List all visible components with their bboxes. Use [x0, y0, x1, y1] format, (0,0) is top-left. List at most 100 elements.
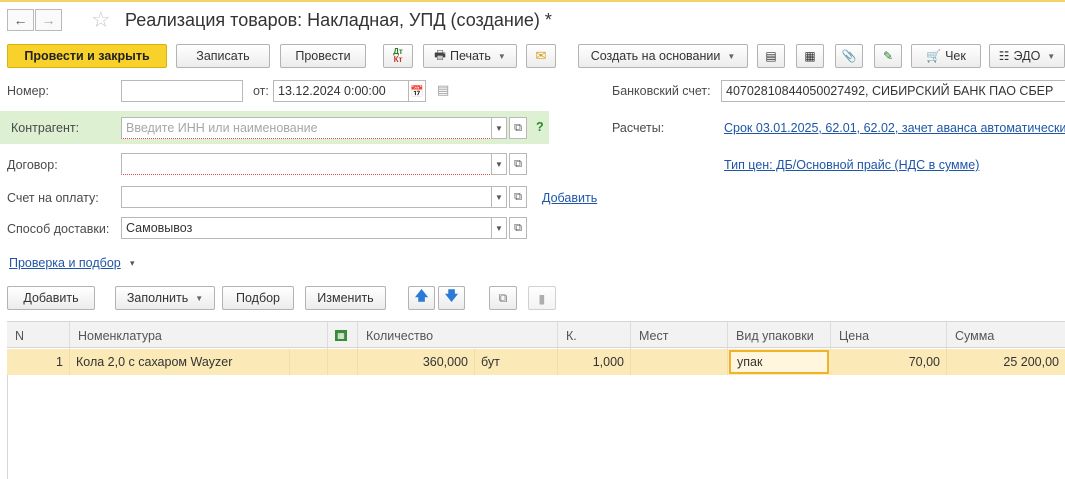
chevron-down-icon: ▼: [495, 159, 503, 169]
date-from-label: от:: [253, 84, 269, 98]
dt-kt-button[interactable]: Дт Кт: [383, 44, 413, 68]
settlements-label: Расчеты:: [612, 121, 665, 135]
chevron-down-icon: ▼: [727, 51, 736, 61]
settlements-link[interactable]: Срок 03.01.2025, 62.01, 62.02, зачет ава…: [724, 121, 1065, 135]
delivery-label: Способ доставки:: [7, 222, 110, 236]
paperclip-icon: 📎: [841, 49, 857, 63]
cell-sum[interactable]: 25 200,00: [947, 349, 1065, 375]
comment-icon[interactable]: ▤: [437, 82, 449, 98]
number-label: Номер:: [7, 84, 49, 98]
help-icon[interactable]: ?: [536, 120, 544, 134]
write-button[interactable]: Записать: [176, 44, 270, 68]
open-form-icon: ⧉: [514, 221, 522, 234]
move-down-button[interactable]: 🡇: [438, 286, 465, 310]
col-pack[interactable]: Вид упаковки: [728, 322, 831, 349]
cell-pack[interactable]: упак: [729, 350, 829, 374]
fill-button[interactable]: Заполнить ▼: [115, 286, 215, 310]
col-places[interactable]: Мест: [631, 322, 728, 349]
calendar-icon: 📅: [410, 85, 424, 98]
change-button[interactable]: Изменить: [305, 286, 386, 310]
arrow-left-icon: ←: [13, 12, 28, 28]
counterparty-input[interactable]: Введите ИНН или наименование: [121, 117, 492, 139]
arrow-up-icon: 🡅: [414, 288, 429, 303]
chevron-down-icon: ▼: [495, 123, 503, 133]
move-up-button[interactable]: 🡅: [408, 286, 435, 310]
contract-open-button[interactable]: ⧉: [509, 153, 527, 175]
forward-button[interactable]: →: [35, 9, 62, 31]
contract-dropdown-button[interactable]: ▼: [491, 153, 507, 175]
structure-button[interactable]: ▦: [796, 44, 824, 68]
print-button[interactable]: 🖶 Печать ▼: [423, 44, 517, 68]
delivery-input[interactable]: Самовывоз: [121, 217, 492, 239]
copy-row-button[interactable]: ⧉: [489, 286, 517, 310]
cell-price[interactable]: 70,00: [831, 349, 947, 375]
arrow-right-icon: →: [41, 12, 56, 28]
cell-unit[interactable]: бут: [475, 349, 558, 375]
col-marking[interactable]: ▦: [328, 322, 358, 349]
table-empty-area[interactable]: [7, 375, 1065, 479]
page-title: Реализация товаров: Накладная, УПД (созд…: [125, 10, 552, 30]
arrow-down-icon: 🡇: [444, 288, 459, 303]
attach-button[interactable]: 📎: [835, 44, 863, 68]
post-and-close-button[interactable]: Провести и закрыть: [7, 44, 167, 68]
dt-kt-icon: Дт Кт: [393, 47, 403, 64]
pen-icon: ✎: [882, 49, 894, 63]
price-type-link[interactable]: Тип цен: ДБ/Основной прайс (НДС в сумме): [724, 158, 979, 172]
hierarchy-icon: ▦: [804, 49, 816, 63]
bank-account-input[interactable]: 40702810844050027492, СИБИРСКИЙ БАНК ПАО…: [721, 80, 1065, 102]
col-k[interactable]: К.: [558, 322, 631, 349]
cell-item[interactable]: Кола 2,0 с сахаром Wayzer: [70, 349, 290, 375]
printer-icon: 🖶: [434, 47, 446, 62]
post-button[interactable]: Провести: [280, 44, 366, 68]
top-accent-line: [0, 0, 1065, 2]
cell-item-extra[interactable]: [290, 349, 328, 375]
chevron-down-icon: ▾: [130, 258, 135, 268]
add-row-button[interactable]: Добавить: [7, 286, 95, 310]
sign-button[interactable]: ✎: [874, 44, 902, 68]
cell-k[interactable]: 1,000: [558, 349, 631, 375]
contract-input[interactable]: [121, 153, 492, 175]
date-input[interactable]: 13.12.2024 0:00:00: [273, 80, 409, 102]
number-input[interactable]: [121, 80, 243, 102]
col-price[interactable]: Цена: [831, 322, 947, 349]
chevron-down-icon: ▼: [195, 293, 204, 303]
copy-icon: ⧉: [498, 290, 508, 305]
cell-quantity[interactable]: 360,000: [358, 349, 475, 375]
invoice-input[interactable]: [121, 186, 492, 208]
counterparty-dropdown-button[interactable]: ▼: [491, 117, 507, 139]
table-row[interactable]: 1 Кола 2,0 с сахаром Wayzer 360,000 бут …: [7, 349, 1065, 375]
col-sum[interactable]: Сумма: [947, 322, 1065, 349]
contract-label: Договор:: [7, 158, 58, 172]
col-n[interactable]: N: [7, 322, 70, 349]
email-button[interactable]: ✉: [526, 44, 556, 68]
invoice-open-button[interactable]: ⧉: [509, 186, 527, 208]
pick-button[interactable]: Подбор: [222, 286, 294, 310]
chevron-down-icon: ▼: [495, 192, 503, 202]
receipt-button[interactable]: 🛒 Чек: [911, 44, 981, 68]
add-invoice-link[interactable]: Добавить: [542, 191, 597, 205]
check-and-pick-link[interactable]: Проверка и подбор: [9, 256, 121, 270]
invoice-dropdown-button[interactable]: ▼: [491, 186, 507, 208]
delivery-dropdown-button[interactable]: ▼: [491, 217, 507, 239]
edo-icon: ☷: [998, 49, 1010, 63]
col-item[interactable]: Номенклатура: [70, 322, 328, 349]
cell-n[interactable]: 1: [7, 349, 70, 375]
counterparty-label: Контрагент:: [11, 121, 80, 135]
back-button[interactable]: ←: [7, 9, 34, 31]
create-based-on-button[interactable]: Создать на основании ▼: [578, 44, 748, 68]
open-form-icon: ⧉: [514, 190, 522, 203]
calendar-button[interactable]: 📅: [408, 80, 426, 102]
cell-marking[interactable]: [328, 349, 358, 375]
delivery-open-button[interactable]: ⧉: [509, 217, 527, 239]
favorite-star-icon[interactable]: ☆: [91, 7, 111, 33]
cash-register-icon: 🛒: [926, 49, 942, 63]
open-form-icon: ⧉: [514, 157, 522, 170]
edo-button[interactable]: ☷ ЭДО ▼: [989, 44, 1065, 68]
paste-row-button[interactable]: ▮: [528, 286, 556, 310]
col-quantity[interactable]: Количество: [358, 322, 558, 349]
cell-places[interactable]: [631, 349, 728, 375]
invoice-label: Счет на оплату:: [7, 191, 99, 205]
report-button[interactable]: ▤: [757, 44, 785, 68]
envelope-icon: ✉: [535, 48, 547, 63]
counterparty-open-button[interactable]: ⧉: [509, 117, 527, 139]
